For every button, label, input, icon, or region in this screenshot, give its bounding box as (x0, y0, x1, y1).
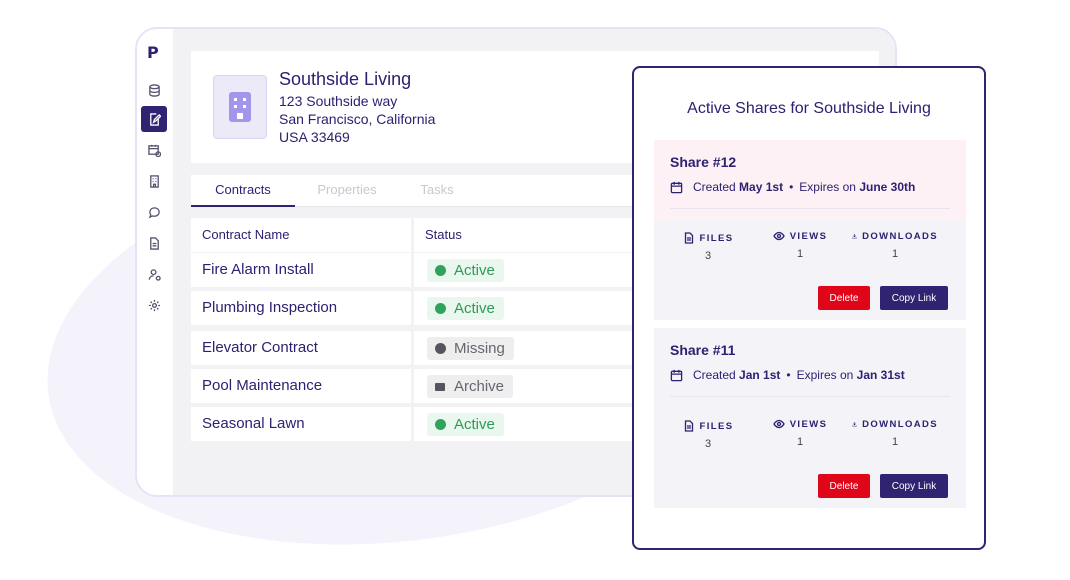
property-name: Southside Living (279, 69, 412, 89)
status-badge: Archive (427, 375, 514, 398)
views-stat: VIEWS 1 (768, 230, 832, 260)
status-text: Active (454, 416, 495, 433)
eye-icon (772, 231, 785, 241)
share-card: Share #12 Created May 1st • Expires on J… (654, 140, 966, 320)
created-label: Created (693, 368, 736, 382)
delete-button[interactable]: Delete (818, 286, 870, 310)
status-badge: Active (427, 413, 504, 436)
created-date: Jan 1st (739, 368, 781, 382)
user-settings-icon (148, 268, 161, 281)
expires-date: June 30th (859, 180, 916, 194)
building-icon (149, 174, 159, 188)
status-text: Missing (454, 340, 505, 357)
contract-sign-icon (149, 112, 161, 126)
files-label: FILES (699, 232, 734, 244)
copy-link-button[interactable]: Copy Link (880, 286, 948, 310)
status-badge: Active (427, 259, 504, 282)
file-icon (684, 420, 693, 432)
delete-button[interactable]: Delete (818, 474, 870, 498)
database-icon (148, 83, 160, 97)
expires-label: Expires on (796, 368, 854, 382)
views-count: 1 (796, 248, 804, 260)
sidebar-item-users[interactable] (141, 261, 167, 287)
views-count: 1 (796, 436, 804, 448)
property-address-line3: USA 33469 (279, 129, 350, 145)
downloads-count: 1 (891, 248, 899, 260)
marketing-stage: P Southside Living 123 Southside way San… (0, 0, 1070, 580)
divider (670, 396, 950, 397)
check-circle-icon (435, 419, 446, 430)
created-date: May 1st (739, 180, 784, 194)
active-shares-panel: Active Shares for Southside Living Share… (632, 66, 986, 550)
downloads-stat: DOWNLOADS 1 (852, 230, 938, 260)
files-stat: FILES 3 (676, 420, 740, 450)
gear-icon (148, 299, 160, 311)
calendar-icon (670, 369, 683, 381)
sidebar-item-settings[interactable] (141, 292, 167, 318)
property-address-line1: 123 Southside way (279, 93, 398, 109)
panel-title: Active Shares for Southside Living (687, 100, 931, 117)
tab-tasks[interactable]: Tasks (405, 175, 469, 207)
expires-label: Expires on (799, 180, 856, 194)
status-text: Active (454, 300, 495, 317)
divider (670, 208, 950, 209)
created-label: Created (693, 180, 736, 194)
calendar-icon (670, 181, 683, 193)
app-logo[interactable]: P (147, 43, 159, 62)
views-stat: VIEWS 1 (768, 418, 832, 448)
sidebar-item-documents[interactable] (141, 230, 167, 256)
separator-dot: • (786, 368, 791, 382)
calendar-clock-icon (147, 144, 161, 157)
views-label: VIEWS (789, 418, 828, 430)
contract-name-cell[interactable]: Fire Alarm Install (191, 253, 411, 287)
download-icon (852, 421, 857, 427)
file-icon (684, 232, 693, 244)
status-text: Active (454, 262, 495, 279)
tab-properties[interactable]: Properties (299, 175, 395, 207)
sidebar-item-messages[interactable] (141, 199, 167, 225)
check-circle-icon (435, 265, 446, 276)
downloads-label: DOWNLOADS (862, 418, 938, 430)
files-count: 3 (704, 438, 712, 450)
download-icon (852, 233, 857, 239)
downloads-count: 1 (891, 436, 899, 448)
question-circle-icon (435, 343, 446, 354)
status-text: Archive (454, 378, 505, 395)
files-count: 3 (704, 250, 712, 262)
share-title: Share #12 (670, 154, 737, 170)
files-label: FILES (699, 420, 734, 432)
separator-dot: • (789, 180, 794, 194)
downloads-label: DOWNLOADS (862, 230, 938, 242)
contract-name-cell[interactable]: Seasonal Lawn (191, 407, 411, 441)
property-thumbnail (213, 75, 267, 139)
sidebar: P (137, 29, 173, 495)
sidebar-item-buildings[interactable] (141, 168, 167, 194)
contract-name-cell[interactable]: Elevator Contract (191, 331, 411, 365)
views-label: VIEWS (789, 230, 828, 242)
sidebar-item-schedule[interactable] (141, 137, 167, 163)
sidebar-item-contracts[interactable] (141, 106, 167, 132)
share-card: Share #11 Created Jan 1st • Expires on J… (654, 328, 966, 508)
document-icon (149, 236, 159, 250)
share-title: Share #11 (670, 342, 736, 358)
chat-icon (148, 206, 160, 218)
files-stat: FILES 3 (676, 232, 740, 262)
status-badge: Active (427, 297, 504, 320)
tab-contracts[interactable]: Contracts (191, 175, 295, 207)
column-header-contract-name[interactable]: Contract Name (191, 218, 411, 252)
downloads-stat: DOWNLOADS 1 (852, 418, 938, 448)
building-icon (229, 92, 251, 122)
expires-date: Jan 31st (856, 368, 905, 382)
archive-box-icon (435, 383, 445, 391)
property-address-line2: San Francisco, California (279, 111, 436, 127)
share-dates: Created Jan 1st • Expires on Jan 31st (670, 368, 905, 382)
copy-link-button[interactable]: Copy Link (880, 474, 948, 498)
contract-name-cell[interactable]: Pool Maintenance (191, 369, 411, 403)
check-circle-icon (435, 303, 446, 314)
status-badge: Missing (427, 337, 514, 360)
eye-icon (772, 419, 785, 429)
share-dates: Created May 1st • Expires on June 30th (670, 180, 915, 194)
sidebar-item-database[interactable] (141, 77, 167, 103)
contract-name-cell[interactable]: Plumbing Inspection (191, 291, 411, 325)
